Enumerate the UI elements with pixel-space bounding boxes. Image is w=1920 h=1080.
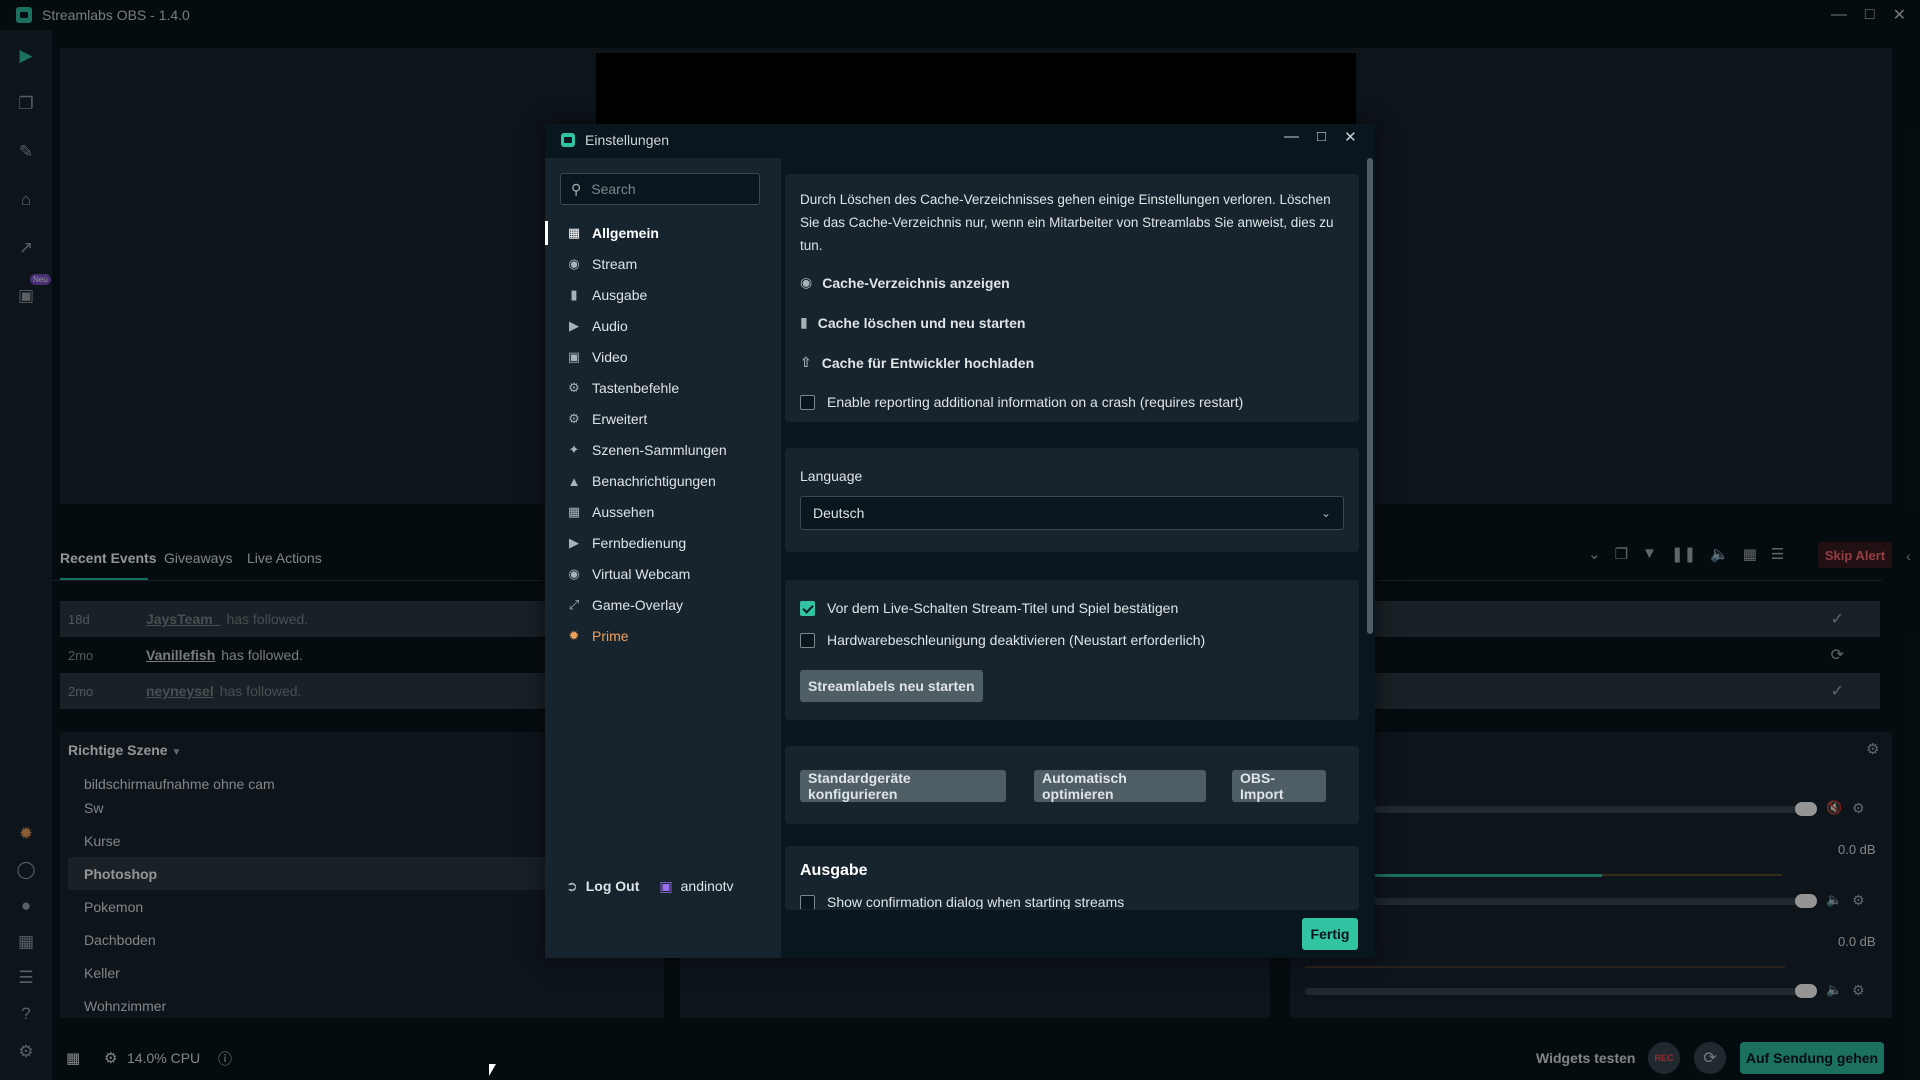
logout-button[interactable]: Log Out [586, 878, 640, 894]
configure-default-devices-button[interactable]: Standardgeräte konfigurieren [800, 770, 1006, 802]
mouse-cursor [489, 1064, 496, 1076]
menu-item-audio[interactable]: ▶ Audio [566, 312, 628, 340]
menu-item-video[interactable]: ▣ Video [566, 343, 628, 371]
menu-item-ausgabe[interactable]: ▮ Ausgabe [566, 281, 647, 309]
film-icon: ▣ [567, 349, 581, 364]
auto-optimize-button[interactable]: Automatisch optimieren [1034, 770, 1206, 802]
magic-icon: ✦ [568, 442, 580, 457]
checkbox[interactable] [800, 632, 815, 648]
confirm-title-checkbox[interactable]: Vor dem Live-Schalten Stream-Titel und S… [800, 600, 1178, 616]
eye-icon: ◉ [800, 274, 813, 290]
language-select[interactable]: Deutsch ⌄ [800, 496, 1344, 530]
menu-item-game-overlay[interactable]: ⤢ Game-Overlay [566, 591, 683, 619]
prime-icon: ✹ [568, 628, 580, 643]
menu-item-allgemein[interactable]: ▦ Allgemein [566, 219, 659, 247]
username: andinotv [680, 878, 734, 894]
settings-title-bar: Einstellungen [545, 124, 1375, 156]
trash-icon: ▮ [800, 314, 808, 330]
minimize-icon[interactable]: — [1284, 128, 1299, 146]
checkbox-checked[interactable] [800, 600, 815, 616]
settings-sidebar-footer: ➲ Log Out ▣ andinotv [566, 874, 734, 898]
output-icon: ▮ [570, 287, 578, 302]
logout-icon: ➲ [566, 877, 578, 894]
restart-streamlabels-button[interactable]: Streamlabels neu starten [800, 670, 983, 702]
remote-icon: ▶ [569, 535, 579, 550]
settings-search-input[interactable]: ⚲ Search [560, 173, 760, 205]
obs-import-button[interactable]: OBS-Import [1232, 770, 1326, 802]
menu-item-stream[interactable]: ◉ Stream [566, 250, 637, 278]
checkbox[interactable] [800, 895, 815, 909]
twitch-icon: ▣ [659, 877, 673, 894]
language-label: Language [800, 468, 863, 484]
settings-title: Einstellungen [585, 132, 670, 148]
clear-cache-link[interactable]: ▮ Cache löschen und neu starten [800, 314, 1025, 331]
crash-report-checkbox[interactable]: Enable reporting additional information … [800, 394, 1243, 410]
cache-description: Durch Löschen des Cache-Verzeichnisses g… [800, 192, 1334, 253]
menu-item-virtual-webcam[interactable]: ◉ Virtual Webcam [566, 560, 690, 588]
expand-icon: ⤢ [568, 597, 580, 612]
checkbox[interactable] [800, 394, 815, 410]
menu-item-erweitert[interactable]: ⚙ Erweitert [566, 405, 647, 433]
streamlabs-logo-icon [561, 133, 575, 147]
done-button[interactable]: Fertig [1302, 918, 1358, 950]
upload-cache-link[interactable]: ⇧ Cache für Entwickler hochladen [800, 354, 1034, 371]
menu-item-szenen-sammlungen[interactable]: ✦ Szenen-Sammlungen [566, 436, 727, 464]
active-menu-indicator [545, 221, 548, 245]
close-icon[interactable]: ✕ [1344, 128, 1357, 146]
maximize-icon[interactable]: □ [1317, 128, 1326, 146]
search-icon: ⚲ [571, 180, 582, 197]
menu-item-aussehen[interactable]: ▦ Aussehen [566, 498, 654, 526]
disable-hw-accel-checkbox[interactable]: Hardwarebeschleunigung deaktivieren (Neu… [800, 632, 1205, 648]
camera-icon: ◉ [568, 566, 580, 581]
menu-item-fernbedienung[interactable]: ▶ Fernbedienung [566, 529, 686, 557]
grid-icon: ▦ [567, 225, 581, 240]
cog-icon: ⚙ [568, 380, 580, 395]
settings-sidebar [545, 158, 781, 958]
output-heading: Ausgabe [800, 862, 868, 879]
speaker-icon: ▶ [569, 318, 579, 333]
bell-icon: ▲ [567, 473, 581, 489]
cogs-icon: ⚙ [568, 411, 580, 426]
confirm-dialog-checkbox[interactable]: Show confirmation dialog when starting s… [800, 895, 1124, 909]
settings-scrollbar[interactable] [1367, 158, 1373, 634]
chevron-down-icon: ⌄ [1320, 506, 1331, 520]
menu-item-tastenbefehle[interactable]: ⚙ Tastenbefehle [566, 374, 679, 402]
settings-window-controls: — □ ✕ [1284, 128, 1357, 146]
menu-item-prime[interactable]: ✹ Prime [566, 622, 629, 650]
menu-item-benachrichtigungen[interactable]: ▲ Benachrichtigungen [566, 467, 716, 495]
globe-icon: ◉ [568, 256, 580, 271]
appearance-icon: ▦ [567, 504, 581, 519]
show-cache-link[interactable]: ◉ Cache-Verzeichnis anzeigen [800, 274, 1010, 291]
upload-icon: ⇧ [800, 354, 812, 370]
